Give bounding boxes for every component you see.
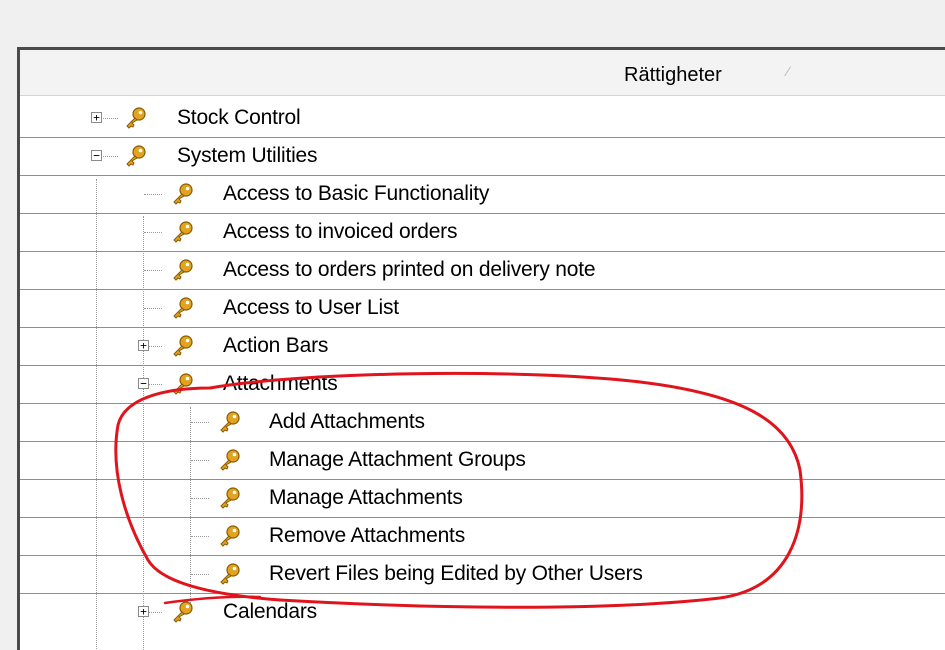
tree-node-label: Action Bars [223, 334, 329, 357]
sort-indicator-icon: ⁄ [787, 63, 790, 79]
key-icon [173, 297, 193, 319]
collapse-toggle[interactable]: − [138, 378, 149, 389]
tree-node-label: Calendars [223, 600, 317, 623]
expand-toggle[interactable]: + [91, 112, 102, 123]
tree-node-label: Attachments [223, 372, 338, 395]
tree-node-label: Stock Control [177, 106, 301, 129]
tree-node-label: Manage Attachment Groups [269, 448, 526, 471]
tree-node-label: Remove Attachments [269, 524, 465, 547]
tree-node-calendars[interactable]: + Calendars [20, 594, 945, 631]
tree-node-system-utilities[interactable]: − System Utilities [20, 138, 945, 176]
tree-node-add-attachments[interactable]: Add Attachments [20, 404, 945, 442]
tree-node-stock-control[interactable]: + Stock Control [20, 100, 945, 138]
collapse-toggle[interactable]: − [91, 150, 102, 161]
expand-toggle[interactable]: + [138, 606, 149, 617]
tree-node-remove-attachments[interactable]: Remove Attachments [20, 518, 945, 556]
key-icon [173, 259, 193, 281]
key-icon [220, 487, 240, 509]
key-icon [220, 525, 240, 547]
expand-toggle[interactable]: + [138, 340, 149, 351]
key-icon [173, 373, 193, 395]
tree-node-label: Add Attachments [269, 410, 425, 433]
tree-node-label: System Utilities [177, 144, 318, 167]
key-icon [173, 183, 193, 205]
tree-node-action-bars[interactable]: + Action Bars [20, 328, 945, 366]
tree-node-access-user-list[interactable]: Access to User List [20, 290, 945, 328]
tree-node-attachments[interactable]: − Attachments [20, 366, 945, 404]
key-icon [220, 563, 240, 585]
key-icon [126, 107, 146, 129]
tree-node-label: Access to orders printed on delivery not… [223, 258, 596, 281]
tree-node-manage-attachments[interactable]: Manage Attachments [20, 480, 945, 518]
tree-node-access-printed[interactable]: Access to orders printed on delivery not… [20, 252, 945, 290]
tree-node-access-invoiced[interactable]: Access to invoiced orders [20, 214, 945, 252]
key-icon [126, 145, 146, 167]
column-header-title: Rättigheter [624, 64, 722, 86]
tree-node-label: Access to User List [223, 296, 399, 319]
tree-node-label: Access to Basic Functionality [223, 182, 490, 205]
permissions-tree-panel: Rättigheter ⁄ + Stock Control − System U… [17, 47, 945, 650]
tree-node-label: Revert Files being Edited by Other Users [269, 562, 643, 585]
key-icon [220, 449, 240, 471]
column-header[interactable]: Rättigheter ⁄ [20, 50, 945, 96]
key-icon [173, 221, 193, 243]
tree-node-manage-attachment-groups[interactable]: Manage Attachment Groups [20, 442, 945, 480]
tree-node-revert-files[interactable]: Revert Files being Edited by Other Users [20, 556, 945, 594]
tree-node-access-basic[interactable]: Access to Basic Functionality [20, 176, 945, 214]
key-icon [173, 335, 193, 357]
tree-node-label: Manage Attachments [269, 486, 463, 509]
key-icon [220, 411, 240, 433]
key-icon [173, 601, 193, 623]
tree-node-label: Access to invoiced orders [223, 220, 458, 243]
